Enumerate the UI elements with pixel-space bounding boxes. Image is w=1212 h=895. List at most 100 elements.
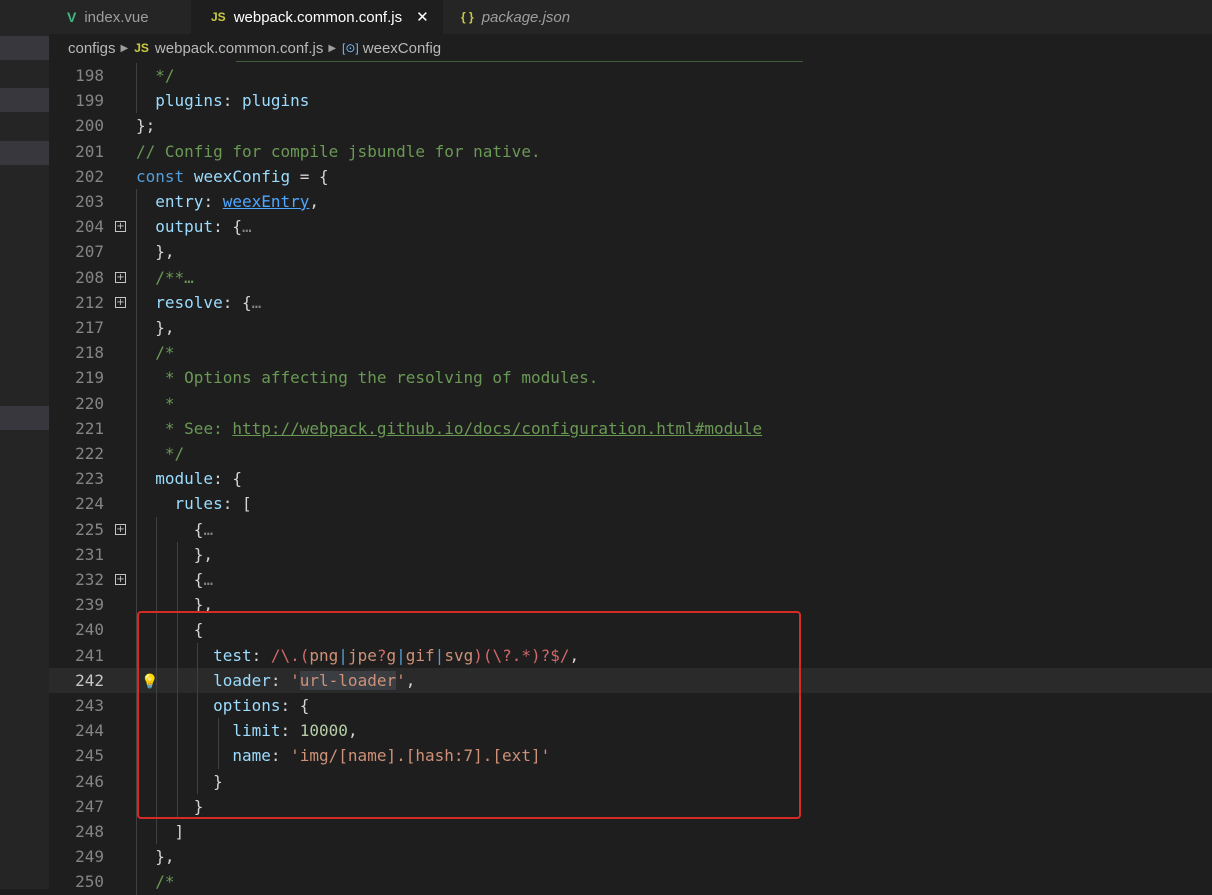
line-number: 232 <box>75 570 104 589</box>
tab-webpack-common-conf-js[interactable]: JS webpack.common.conf.js ✕ <box>191 0 443 34</box>
code-line[interactable]: 219 * Options affecting the resolving of… <box>49 365 1212 390</box>
code-line[interactable]: 244 limit: 10000, <box>49 718 1212 743</box>
line-number: 242 <box>75 670 104 690</box>
activity-marker <box>0 406 49 430</box>
close-icon[interactable]: ✕ <box>416 8 429 26</box>
code-line[interactable]: 250 /* <box>49 869 1212 894</box>
code-text: output: {… <box>155 217 252 237</box>
tab-package-json[interactable]: { } package.json <box>443 0 653 34</box>
fold-expand-icon[interactable]: + <box>115 523 126 535</box>
line-number: 225 <box>75 519 104 539</box>
code-text: } <box>136 771 223 791</box>
fold-expand-icon[interactable]: + <box>115 574 126 585</box>
code-text: {… <box>136 570 214 589</box>
breadcrumb: configs ▶ JS webpack.common.conf.js ▶ [⊙… <box>49 34 1212 62</box>
fold-expand-icon[interactable]: + <box>115 221 126 233</box>
code-line[interactable]: 198 */ <box>49 63 1212 88</box>
fold-expand-icon[interactable]: + <box>115 296 126 308</box>
line-number: 250 <box>75 872 104 892</box>
code-text: // Config for compile jsbundle for nativ… <box>136 141 541 161</box>
code-text: }, <box>136 242 175 262</box>
indent-guide <box>197 642 199 794</box>
code-line[interactable]: 221 * See: http://webpack.github.io/docs… <box>49 416 1212 441</box>
tab-label: webpack.common.conf.js <box>233 8 403 26</box>
code-line[interactable]: 243 options: { <box>49 693 1212 718</box>
code-line[interactable]: 207 }, <box>49 239 1212 264</box>
code-line[interactable]: 204 + output: {… <box>49 214 1212 239</box>
line-number: 219 <box>75 368 104 388</box>
code-text: rules: [ <box>174 494 252 514</box>
line-number: 212 <box>75 292 104 312</box>
code-text: loader: 'url-loader', <box>213 670 416 690</box>
code-text: }, <box>136 595 214 615</box>
code-text: } <box>136 796 204 816</box>
code-text: }, <box>136 318 175 337</box>
line-number: 243 <box>75 696 104 715</box>
code-line[interactable]: 223 module: { <box>49 466 1212 491</box>
vue-icon: V <box>67 9 77 25</box>
indent-guide <box>136 63 137 114</box>
line-number: 222 <box>75 444 104 463</box>
code-text: }, <box>136 544 214 564</box>
code-line[interactable]: 222 */ <box>49 441 1212 466</box>
code-line[interactable]: 231 }, <box>49 542 1212 567</box>
tab-index-vue[interactable]: V index.vue <box>49 0 191 34</box>
fold-expand-icon[interactable]: + <box>115 271 126 283</box>
indent-guide <box>217 718 219 769</box>
code-text: const weexConfig = { <box>136 166 329 186</box>
code-text: }; <box>136 116 156 136</box>
line-number: 208 <box>75 267 104 287</box>
line-number: 220 <box>75 393 104 413</box>
line-number: 204 <box>75 217 104 237</box>
code-text: /* <box>155 872 175 892</box>
code-line[interactable]: 225 + {… <box>49 517 1212 542</box>
indent-guide <box>136 189 137 895</box>
code-line[interactable]: 245 name: 'img/[name].[hash:7].[ext]' <box>49 743 1212 768</box>
breadcrumb-item-configs[interactable]: configs <box>68 40 116 57</box>
breadcrumb-item-file[interactable]: webpack.common.conf.js <box>155 40 323 57</box>
line-number: 240 <box>75 620 104 640</box>
code-text: options: { <box>213 696 310 715</box>
code-line[interactable]: 212 + resolve: {… <box>49 290 1212 315</box>
code-line[interactable]: 224 rules: [ <box>49 491 1212 516</box>
code-line[interactable]: 200}; <box>49 113 1212 138</box>
code-line[interactable]: 247 } <box>49 794 1212 819</box>
symbol-variable-icon: [⊙] <box>342 41 359 55</box>
activity-marker <box>0 88 49 112</box>
activity-bar <box>0 0 49 889</box>
code-line[interactable]: 232 + {… <box>49 567 1212 592</box>
code-line[interactable]: 201 // Config for compile jsbundle for na… <box>49 139 1212 164</box>
code-line[interactable]: 242 💡 loader: 'url-loader', <box>49 667 1212 693</box>
line-number: 199 <box>75 91 104 111</box>
code-text: {… <box>136 519 214 539</box>
code-text: ] <box>136 822 185 841</box>
code-line[interactable]: 218 /* <box>49 340 1212 365</box>
code-line[interactable]: 208 + /**… <box>49 265 1212 290</box>
line-number: 200 <box>75 116 104 136</box>
code-line[interactable]: 246 } <box>49 769 1212 794</box>
breadcrumb-item-symbol[interactable]: weexConfig <box>363 40 441 57</box>
line-number: 231 <box>75 544 104 564</box>
code-text: resolve: {… <box>155 292 262 312</box>
code-line[interactable]: 203 entry: weexEntry, <box>49 189 1212 214</box>
activity-marker <box>0 36 49 60</box>
code-line[interactable]: 240 { <box>49 617 1212 642</box>
code-text: */ <box>164 444 185 463</box>
code-text: test: /\.(png|jpe?g|gif|svg)(\?.*)?$/, <box>213 645 580 665</box>
code-line[interactable]: 220 * <box>49 391 1212 416</box>
code-line[interactable]: 202 const weexConfig = { <box>49 164 1212 189</box>
line-number: 201 <box>75 141 104 161</box>
code-line[interactable]: 248 ] <box>49 819 1212 844</box>
code-text: * See: http://webpack.github.io/docs/con… <box>164 418 763 438</box>
code-line[interactable]: 199 plugins: plugins <box>49 88 1212 113</box>
code-editor[interactable]: 198 */199 plugins: plugins 200}; 201// Con… <box>49 62 1212 895</box>
line-number: 217 <box>75 318 104 337</box>
line-number: 245 <box>75 746 104 766</box>
code-text: */ <box>155 66 175 85</box>
code-text: }, <box>136 847 175 867</box>
code-line[interactable]: 249 }, <box>49 844 1212 869</box>
code-line[interactable]: 241 test: /\.(png|jpe?g|gif|svg)(\?.*)?$… <box>49 643 1212 668</box>
js-icon: JS <box>211 10 226 24</box>
code-line[interactable]: 239 }, <box>49 592 1212 617</box>
code-line[interactable]: 217 }, <box>49 315 1212 340</box>
